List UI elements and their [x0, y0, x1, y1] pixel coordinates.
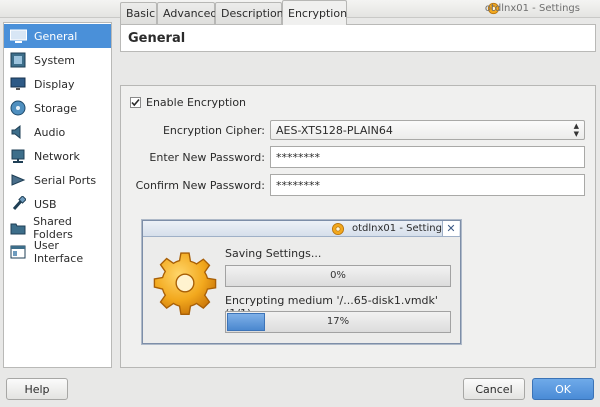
- serial-port-icon: [9, 171, 27, 189]
- progress-percent: 0%: [330, 270, 346, 281]
- usb-icon: [9, 195, 27, 213]
- page-title: General: [128, 31, 186, 46]
- sidebar-item-label: System: [34, 53, 76, 67]
- tab-label: Description: [221, 7, 284, 20]
- saving-progress-bar: 0%: [225, 265, 451, 287]
- sidebar-item-label: General: [34, 29, 78, 43]
- sidebar-item-network[interactable]: Network: [4, 144, 111, 168]
- sidebar-item-label: Serial Ports: [34, 173, 97, 187]
- sidebar-item-label: Network: [34, 149, 80, 163]
- dialog-title: otdlnx01 - Settings: [352, 223, 448, 234]
- sidebar-item-usb[interactable]: USB: [4, 192, 111, 216]
- network-icon: [9, 147, 27, 165]
- sidebar-item-display[interactable]: Display: [4, 72, 111, 96]
- gear-icon: [331, 222, 345, 236]
- monitor-icon: [9, 75, 27, 93]
- cipher-label: Encryption Cipher:: [162, 124, 265, 137]
- cancel-label: Cancel: [475, 382, 513, 396]
- tab-description[interactable]: Description: [215, 2, 284, 24]
- gear-icon: [153, 252, 217, 315]
- help-label: Help: [24, 382, 50, 396]
- tab-encryption[interactable]: Encryption: [282, 0, 347, 25]
- sidebar-item-label: User Interface: [33, 239, 84, 265]
- folder-icon: [9, 219, 26, 237]
- encrypting-progress-bar: 17%: [225, 311, 451, 333]
- general-icon: [9, 27, 27, 45]
- tab-label: Encryption: [288, 6, 348, 20]
- enable-encryption-checkbox[interactable]: [130, 97, 141, 108]
- page-header: General: [120, 24, 596, 52]
- spin-arrows-icon: ▲ ▼: [573, 122, 579, 138]
- sidebar-item-storage[interactable]: Storage: [4, 96, 111, 120]
- confirm-password-label: Confirm New Password:: [135, 179, 265, 192]
- progress-percent: 17%: [326, 316, 350, 327]
- cipher-select[interactable]: AES-XTS128-PLAIN64 ▲ ▼: [270, 120, 585, 140]
- cancel-button[interactable]: Cancel: [463, 378, 525, 400]
- sidebar-item-label: Audio: [34, 125, 66, 139]
- sidebar-item-label: Storage: [34, 101, 78, 115]
- sidebar-item-general[interactable]: General: [4, 24, 111, 48]
- dialog-close-button[interactable]: ✕: [442, 221, 459, 236]
- close-icon: ✕: [446, 222, 456, 235]
- tab-label: Basic: [126, 7, 156, 20]
- checkmark-icon: [131, 98, 140, 107]
- sidebar-item-label: USB: [34, 197, 57, 211]
- dialog-titlebar: otdlnx01 - Settings ✕: [143, 221, 460, 237]
- speaker-icon: [9, 123, 27, 141]
- sidebar-item-audio[interactable]: Audio: [4, 120, 111, 144]
- tab-basic[interactable]: Basic: [120, 2, 157, 24]
- disk-icon: [9, 99, 27, 117]
- confirm-password-input[interactable]: ********: [270, 174, 585, 196]
- saving-text: Saving Settings...: [225, 247, 322, 260]
- new-password-input[interactable]: ********: [270, 146, 585, 168]
- settings-sidebar: General System Display Storage Audio Net…: [3, 22, 112, 368]
- sidebar-item-user-interface[interactable]: User Interface: [4, 239, 111, 265]
- sidebar-item-serial-ports[interactable]: Serial Ports: [4, 168, 111, 192]
- new-password-label: Enter New Password:: [149, 151, 265, 164]
- sidebar-item-label: Shared Folders: [33, 215, 73, 241]
- enable-encryption-label: Enable Encryption: [146, 96, 247, 109]
- progress-dialog: otdlnx01 - Settings ✕ Saving Settings...…: [142, 220, 461, 344]
- ok-button[interactable]: OK: [532, 378, 594, 400]
- new-password-value: ********: [276, 151, 320, 164]
- window-title: otdlnx01 - Settings: [484, 3, 580, 14]
- ui-window-icon: [9, 243, 27, 261]
- tab-advanced[interactable]: Advanced: [157, 2, 218, 24]
- help-button[interactable]: Help: [6, 378, 68, 400]
- sidebar-item-label: Display: [34, 77, 75, 91]
- confirm-password-value: ********: [276, 179, 320, 192]
- sidebar-item-shared-folders[interactable]: Shared Folders: [4, 215, 111, 241]
- motherboard-icon: [9, 51, 27, 69]
- cipher-select-value: AES-XTS128-PLAIN64: [276, 124, 393, 137]
- sidebar-item-system[interactable]: System: [4, 48, 111, 72]
- tab-label: Advanced: [163, 7, 218, 20]
- ok-label: OK: [555, 382, 571, 396]
